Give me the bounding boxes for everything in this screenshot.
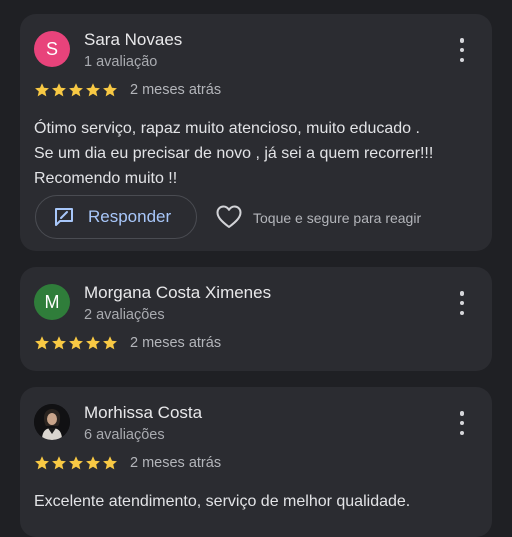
review-text: Excelente atendimento, serviço de melhor… — [34, 489, 484, 514]
review-text-line: Se um dia eu precisar de novo , já sei a… — [34, 145, 434, 162]
review-count: 6 avaliações — [84, 427, 165, 443]
heart-icon[interactable] — [215, 204, 243, 230]
review-text-line: Ótimo serviço, rapaz muito atencioso, mu… — [34, 120, 420, 137]
review-date: 2 meses atrás — [130, 82, 222, 98]
avatar[interactable]: S — [34, 31, 70, 67]
star-icon — [86, 456, 100, 470]
star-icon — [69, 336, 83, 350]
review-count: 2 avaliações — [84, 307, 165, 323]
rating-row: 2 meses atrás — [34, 82, 221, 98]
star-icon — [35, 456, 49, 470]
star-icon — [35, 336, 49, 350]
avatar[interactable] — [34, 404, 70, 440]
star-icon — [86, 336, 100, 350]
more-options-icon[interactable] — [452, 291, 472, 315]
review-text: Ótimo serviço, rapaz muito atencioso, mu… — [34, 116, 484, 191]
star-icon — [35, 83, 49, 97]
review-card: S Sara Novaes 1 avaliação 2 meses atrás … — [20, 14, 492, 251]
reviewer-name[interactable]: Morgana Costa Ximenes — [84, 283, 271, 303]
more-options-icon[interactable] — [452, 38, 472, 62]
star-icon — [103, 336, 117, 350]
reply-button[interactable]: Responder — [35, 195, 197, 239]
avatar-initial: S — [45, 38, 58, 59]
review-text-line: Excelente atendimento, serviço de melhor… — [34, 493, 411, 510]
star-icon — [52, 83, 66, 97]
profile-photo-icon — [34, 404, 70, 440]
star-icon — [52, 456, 66, 470]
reviewer-name[interactable]: Morhissa Costa — [84, 403, 202, 423]
star-icon — [86, 83, 100, 97]
star-rating — [34, 455, 118, 471]
review-count: 1 avaliação — [84, 54, 158, 70]
star-icon — [103, 456, 117, 470]
reply-icon — [55, 208, 73, 226]
react-hint: Toque e segure para reagir — [253, 210, 422, 226]
reply-label: Responder — [88, 207, 172, 226]
rating-row: 2 meses atrás — [34, 335, 221, 351]
star-icon — [103, 83, 117, 97]
rating-row: 2 meses atrás — [34, 455, 221, 471]
star-icon — [69, 83, 83, 97]
review-date: 2 meses atrás — [130, 335, 222, 351]
more-options-icon[interactable] — [452, 411, 472, 435]
review-text-line: Recomendo muito !! — [34, 170, 178, 187]
avatar-initial: M — [44, 291, 60, 312]
reviewer-name[interactable]: Sara Novaes — [84, 30, 182, 50]
star-rating — [34, 82, 118, 98]
avatar[interactable]: M — [34, 284, 70, 320]
star-icon — [52, 336, 66, 350]
star-rating — [34, 335, 118, 351]
star-icon — [69, 456, 83, 470]
review-card: Morhissa Costa 6 avaliações 2 meses atrá… — [20, 387, 492, 537]
review-date: 2 meses atrás — [130, 455, 222, 471]
review-card: M Morgana Costa Ximenes 2 avaliações 2 m… — [20, 267, 492, 371]
